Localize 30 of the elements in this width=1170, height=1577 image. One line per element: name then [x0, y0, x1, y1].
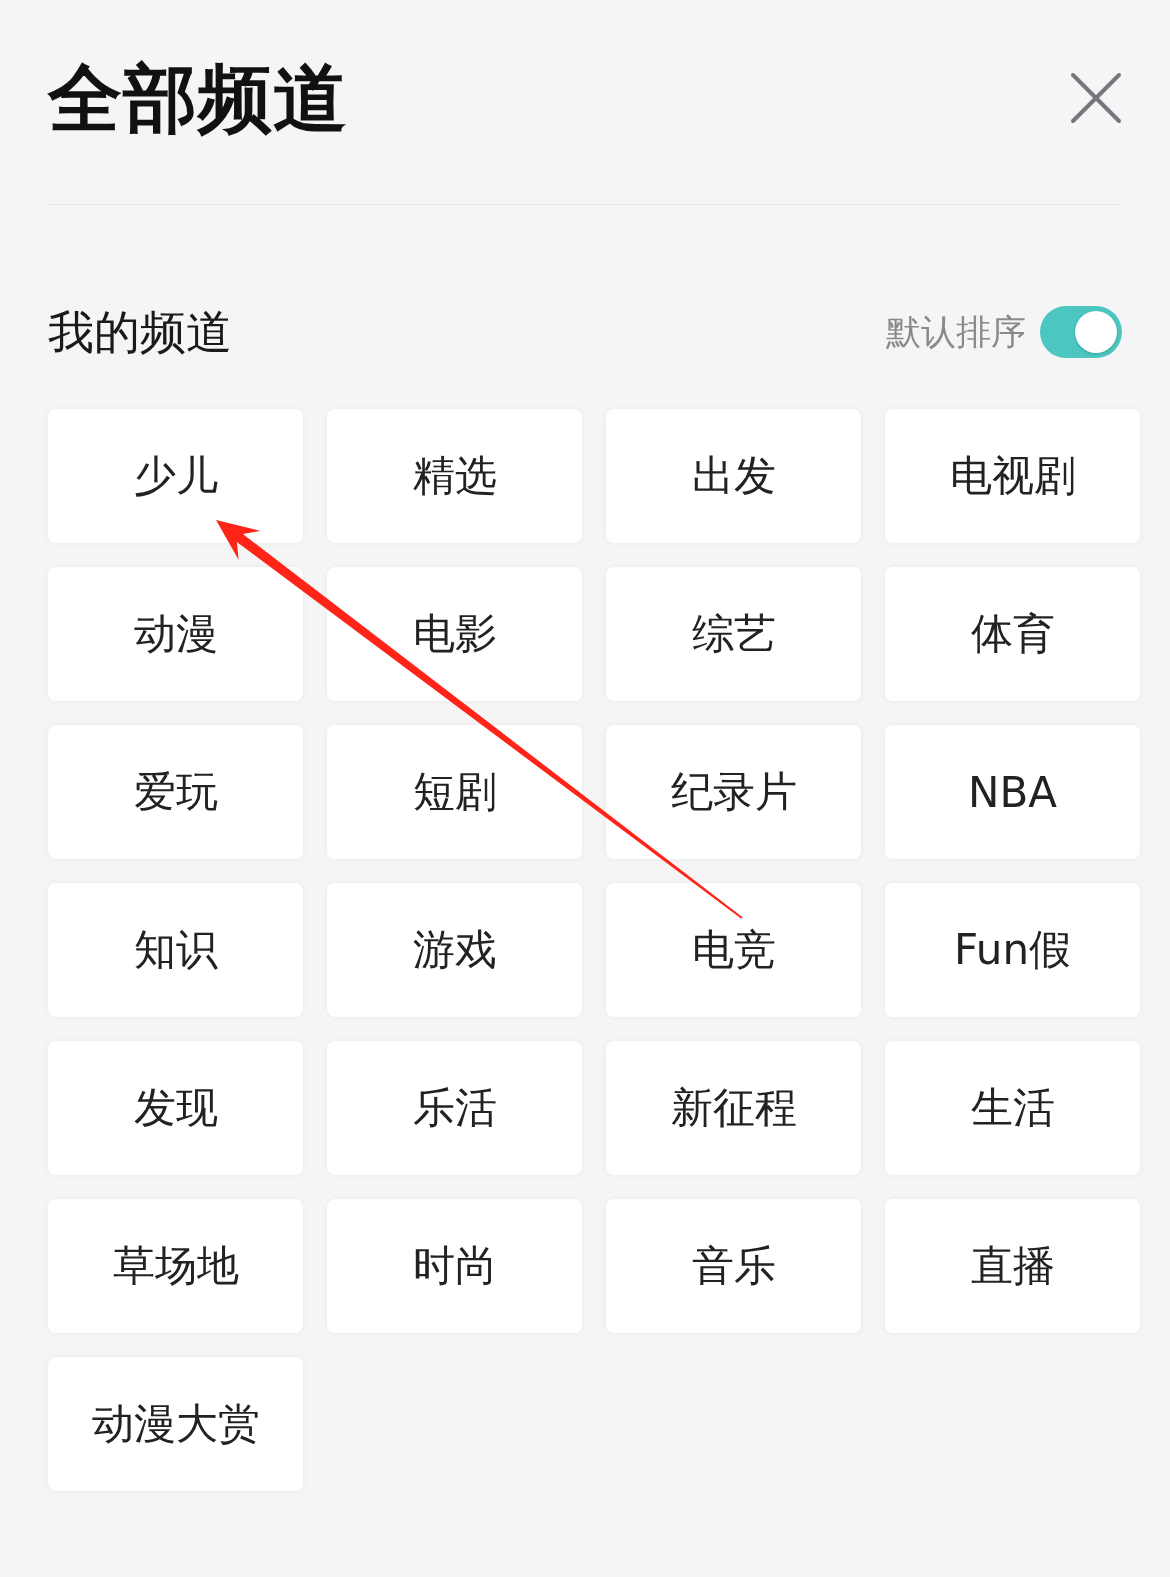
channel-tile[interactable]: 动漫: [48, 567, 303, 701]
channel-tile[interactable]: 体育: [885, 567, 1140, 701]
channel-tile[interactable]: 音乐: [606, 1199, 861, 1333]
channel-tile[interactable]: 草场地: [48, 1199, 303, 1333]
channel-tile[interactable]: 综艺: [606, 567, 861, 701]
channel-tile[interactable]: 新征程: [606, 1041, 861, 1175]
channel-tile[interactable]: 知识: [48, 883, 303, 1017]
page-title: 全部频道: [48, 55, 348, 141]
channel-tile[interactable]: 爱玩: [48, 725, 303, 859]
channel-tile[interactable]: 少儿: [48, 409, 303, 543]
channel-tile[interactable]: 游戏: [327, 883, 582, 1017]
channel-tile[interactable]: 动漫大赏: [48, 1357, 303, 1491]
channel-tile[interactable]: 出发: [606, 409, 861, 543]
toggle-switch[interactable]: [1040, 306, 1122, 358]
channel-tile[interactable]: 短剧: [327, 725, 582, 859]
channel-tile[interactable]: NBA: [885, 725, 1140, 859]
channel-tile[interactable]: 直播: [885, 1199, 1140, 1333]
section-title: 我的频道: [48, 304, 232, 361]
channel-tile[interactable]: 电竞: [606, 883, 861, 1017]
channel-tile[interactable]: 发现: [48, 1041, 303, 1175]
channel-tile[interactable]: Fun假: [885, 883, 1140, 1017]
channel-tile[interactable]: 时尚: [327, 1199, 582, 1333]
channel-tile[interactable]: 电视剧: [885, 409, 1140, 543]
channel-tile[interactable]: 电影: [327, 567, 582, 701]
channel-tile[interactable]: 乐活: [327, 1041, 582, 1175]
channel-tile[interactable]: 生活: [885, 1041, 1140, 1175]
channel-tile[interactable]: 纪录片: [606, 725, 861, 859]
sort-label: 默认排序: [886, 311, 1026, 354]
close-icon[interactable]: [1070, 72, 1122, 124]
channel-tile[interactable]: 精选: [327, 409, 582, 543]
